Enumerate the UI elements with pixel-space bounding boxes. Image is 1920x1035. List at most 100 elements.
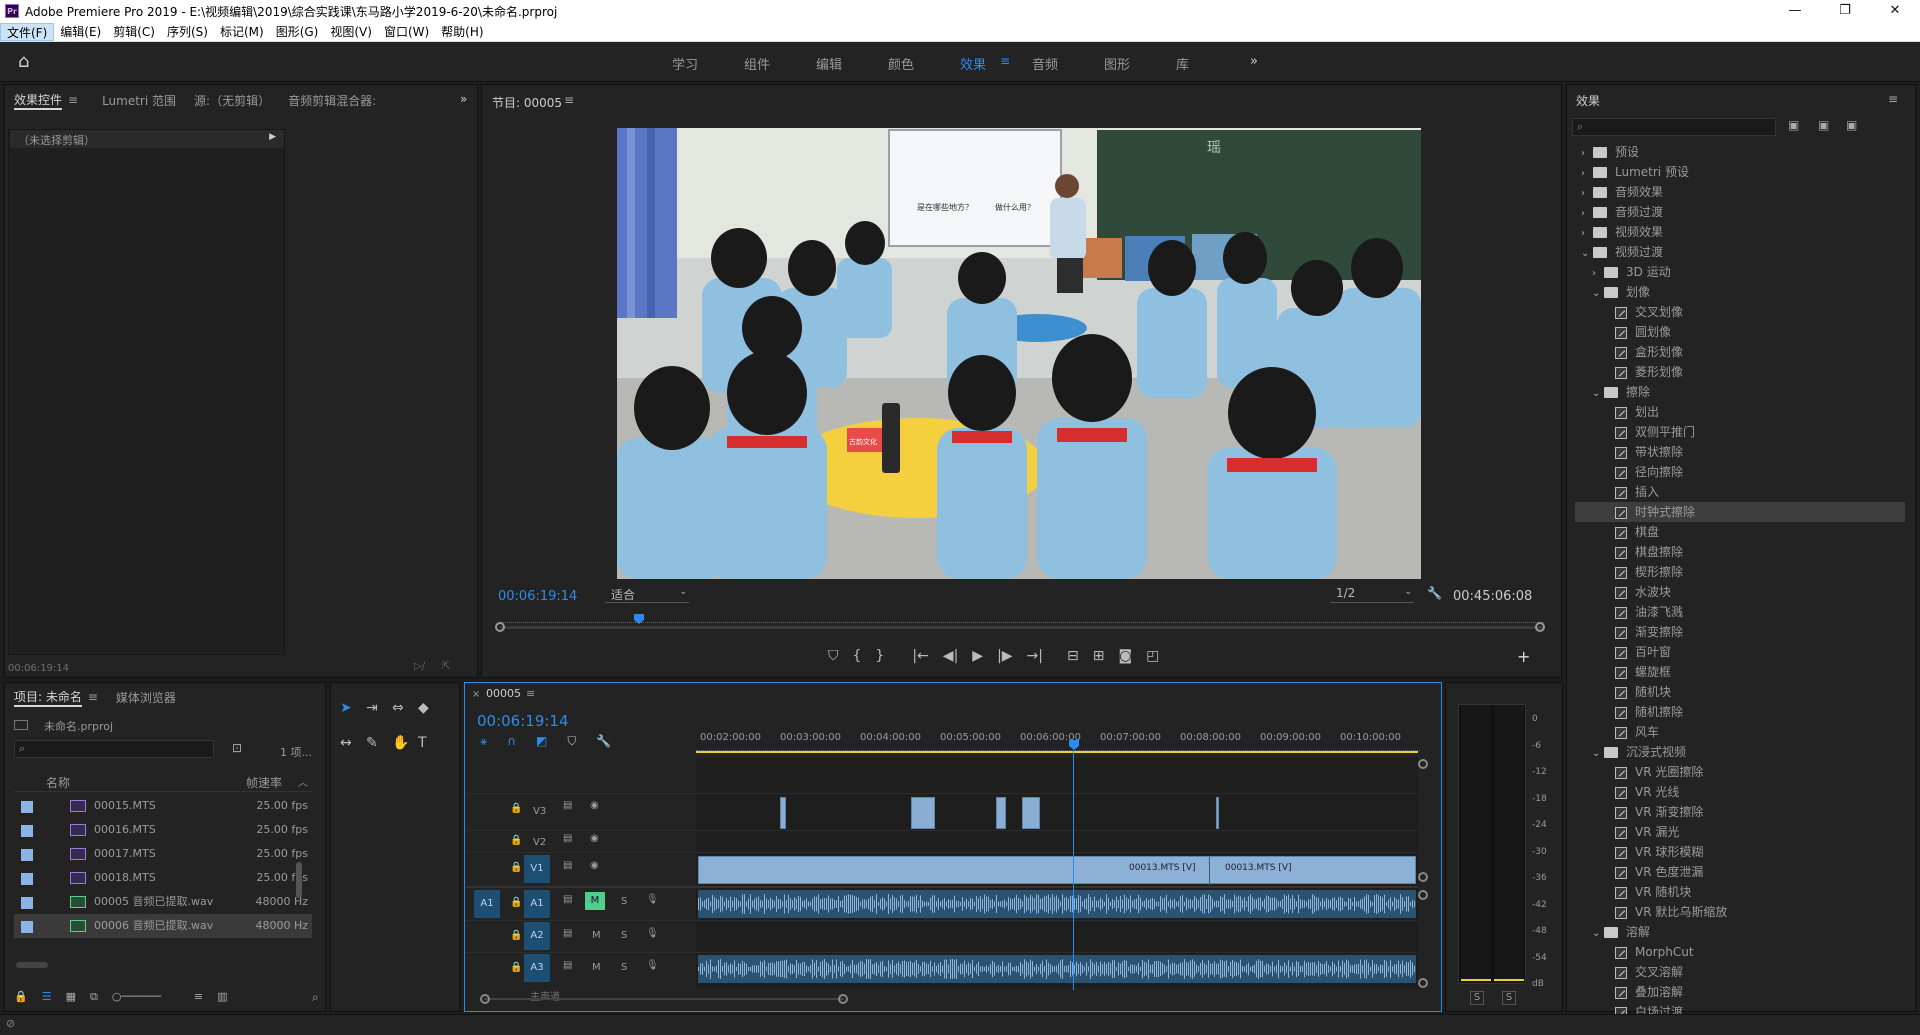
v3-clip[interactable] (1022, 797, 1040, 829)
effect-item[interactable]: 交叉溶解 (1575, 962, 1905, 982)
track-a3-target[interactable]: A3 (524, 954, 550, 982)
mark-in-icon[interactable]: { (853, 648, 862, 668)
program-menu-icon[interactable]: ≡ (564, 93, 574, 107)
solo-a1-button[interactable]: S (621, 896, 627, 907)
export-icon[interactable]: ⇱ (442, 661, 450, 672)
sync-lock-icon[interactable]: ▤ (563, 894, 572, 905)
sequence-menu-icon[interactable]: ≡ (526, 687, 535, 700)
project-tab-menu-icon[interactable]: ≡ (88, 690, 98, 704)
list-view-icon[interactable]: ☰ (42, 990, 52, 1006)
program-scrubber[interactable] (500, 626, 1544, 629)
effects-menu-icon[interactable]: ≡ (1888, 92, 1898, 106)
solo-left-button[interactable]: S (1470, 991, 1484, 1005)
sync-lock-icon[interactable]: ▤ (563, 960, 572, 971)
accelerated-effects-icon[interactable]: ▣ (1788, 118, 1799, 132)
effect-item[interactable]: 随机擦除 (1575, 702, 1905, 722)
track-a1-target[interactable]: A1 (524, 890, 550, 918)
timeline-sequence-tab[interactable]: 00005 (486, 687, 521, 700)
wrench-icon[interactable]: 🔧 (1427, 586, 1442, 600)
effects-folder[interactable]: ⌄ 视频过渡 (1575, 242, 1905, 262)
chevron-down-icon[interactable]: ⌄ (1581, 244, 1593, 264)
menu-graphics[interactable]: 图形(G) (270, 23, 325, 41)
zoom-handle-left[interactable] (480, 994, 490, 1004)
effects-folder[interactable]: › 音频效果 (1575, 182, 1905, 202)
scrubber-start-handle[interactable] (495, 622, 505, 632)
32bit-effects-icon[interactable]: ▣ (1818, 118, 1829, 132)
timeline-settings-icon[interactable]: 🔧 (596, 734, 611, 750)
type-tool-icon[interactable]: T (418, 735, 444, 760)
effects-folder[interactable]: ⌄ 擦除 (1575, 382, 1905, 402)
lift-icon[interactable]: ⊟ (1067, 648, 1079, 668)
track-a2-target[interactable]: A2 (524, 922, 550, 950)
lock-icon[interactable]: 🔒 (510, 803, 522, 814)
maximize-icon[interactable]: ❐ (1820, 0, 1870, 22)
effect-item[interactable]: 带状擦除 (1575, 442, 1905, 462)
effect-item[interactable]: 楔形擦除 (1575, 562, 1905, 582)
mark-out-icon[interactable]: } (875, 648, 884, 668)
effect-item[interactable]: 叠加溶解 (1575, 982, 1905, 1002)
close-tab-icon[interactable]: × (472, 689, 480, 700)
effects-search-input[interactable]: ⌕ (1572, 118, 1776, 136)
find-icon[interactable]: ⌕ (312, 990, 319, 1005)
chevron-right-icon[interactable]: › (1592, 264, 1604, 284)
fit-zoom-select[interactable]: 适合 ⌄ (605, 585, 689, 603)
project-hscrollbar[interactable] (16, 962, 48, 968)
pen-tool-icon[interactable]: ✎ (366, 735, 392, 760)
sync-lock-icon[interactable]: ▤ (563, 860, 572, 871)
ripple-edit-icon[interactable]: ⇔ (392, 700, 418, 725)
effects-folder[interactable]: ⌄ 沉浸式视频 (1575, 742, 1905, 762)
project-item-row[interactable]: 00017.MTS 25.00 fps (14, 842, 312, 866)
effect-item[interactable]: 交叉划像 (1575, 302, 1905, 322)
tab-source[interactable]: 源:（无剪辑） (194, 92, 270, 109)
chevron-down-icon[interactable]: ⌄ (1592, 284, 1604, 304)
effect-item[interactable]: VR 光圈擦除 (1575, 762, 1905, 782)
vscroll-handle[interactable] (1418, 890, 1428, 900)
resolution-select[interactable]: 1/2 ⌄ (1330, 585, 1414, 603)
effect-item[interactable]: VR 色度泄漏 (1575, 862, 1905, 882)
tab-media-browser[interactable]: 媒体浏览器 (116, 689, 176, 706)
effect-item[interactable]: MorphCut (1575, 942, 1905, 962)
snap-magnet-icon[interactable]: ∩ (507, 734, 516, 750)
workspace-assembly[interactable]: 组件 (744, 54, 770, 73)
effect-item[interactable]: VR 默比乌斯缩放 (1575, 902, 1905, 922)
program-playhead-timecode[interactable]: 00:06:19:14 (498, 589, 577, 604)
effect-item[interactable]: 油漆飞溅 (1575, 602, 1905, 622)
eye-icon[interactable]: ◉ (590, 800, 599, 811)
column-frame-rate[interactable]: 帧速率 (246, 774, 282, 791)
a1-audio-clip[interactable] (698, 890, 1416, 918)
workspace-color[interactable]: 颜色 (888, 54, 914, 73)
compare-view-icon[interactable]: ◰ (1146, 648, 1159, 668)
track-v1-target[interactable]: V1 (524, 855, 550, 883)
a3-audio-clip[interactable] (698, 955, 1416, 983)
go-to-out-icon[interactable]: →| (1027, 648, 1043, 668)
label-color-swatch[interactable] (21, 873, 33, 885)
microphone-icon[interactable]: 🎙 (646, 928, 659, 939)
home-icon[interactable]: ⌂ (18, 52, 38, 72)
menu-sequence[interactable]: 序列(S) (161, 23, 214, 41)
solo-a3-button[interactable]: S (621, 962, 627, 973)
eye-icon[interactable]: ◉ (590, 860, 599, 871)
menu-window[interactable]: 窗口(W) (378, 23, 435, 41)
add-marker-icon[interactable]: ⛉ (567, 734, 576, 750)
mute-a3-button[interactable]: M (592, 962, 601, 973)
effects-folder[interactable]: › Lumetri 预设 (1575, 162, 1905, 182)
effect-item[interactable]: 盒形划像 (1575, 342, 1905, 362)
work-area-bar[interactable] (696, 751, 1418, 753)
lock-icon[interactable]: 🔒 (14, 990, 28, 1006)
razor-icon[interactable]: ◆ (418, 700, 444, 725)
workspace-effects[interactable]: 效果 (960, 54, 986, 73)
lock-icon[interactable]: 🔒 (510, 930, 522, 941)
effects-folder[interactable]: › 3D 运动 (1575, 262, 1905, 282)
effect-item[interactable]: 菱形划像 (1575, 362, 1905, 382)
close-icon[interactable]: ✕ (1870, 0, 1920, 22)
tab-effect-controls[interactable]: 效果控件 (14, 91, 63, 110)
effect-item[interactable]: 棋盘擦除 (1575, 542, 1905, 562)
project-search-input[interactable]: ⌕ (14, 740, 214, 758)
effect-item[interactable]: 圆划像 (1575, 322, 1905, 342)
export-frame-icon[interactable]: ◙ (1118, 648, 1132, 668)
v3-clip[interactable] (911, 797, 935, 829)
button-editor-plus-icon[interactable]: + (1517, 647, 1530, 666)
selection-tool-icon[interactable]: ➤ (340, 700, 366, 725)
yuv-effects-icon[interactable]: ▣ (1846, 118, 1857, 132)
mute-a1-button[interactable]: M (585, 892, 605, 910)
